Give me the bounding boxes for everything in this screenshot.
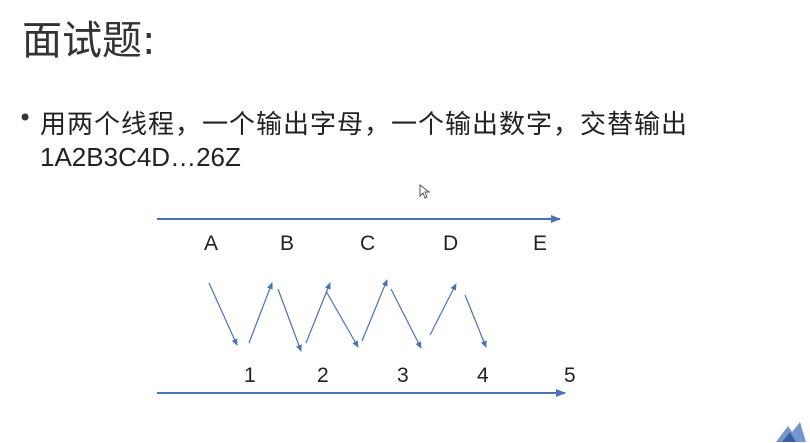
alternation-zigzag-arrows	[208, 279, 487, 352]
number-label-1: 1	[244, 364, 256, 387]
letter-label-e: E	[533, 232, 547, 255]
letter-label-a: A	[204, 232, 218, 255]
letter-label-d: D	[443, 232, 458, 255]
number-label-3: 3	[397, 364, 409, 387]
arrow-e-to-5	[464, 294, 487, 348]
arrow-b-to-2	[277, 288, 302, 352]
number-label-5: 5	[564, 364, 576, 387]
arrow-3-to-d	[361, 279, 388, 342]
slide: 面试题: • 用两个线程，一个输出字母，一个输出数字，交替输出 1A2B3C4D…	[0, 0, 810, 443]
arrow-d-to-4	[390, 288, 422, 349]
arrow-c-to-3	[325, 290, 359, 348]
letter-label-b: B	[280, 232, 294, 255]
number-label-2: 2	[317, 364, 329, 387]
number-label-4: 4	[477, 364, 489, 387]
arrow-4-to-e	[429, 283, 457, 336]
arrow-a-to-1	[208, 282, 238, 346]
mouse-pointer-icon	[419, 184, 431, 199]
letter-label-c: C	[360, 232, 375, 255]
arrow-1-to-b	[248, 282, 273, 344]
logo-icon	[776, 422, 806, 442]
thread-alternation-diagram: A B C D E 1 2 3 4 5	[157, 215, 576, 397]
